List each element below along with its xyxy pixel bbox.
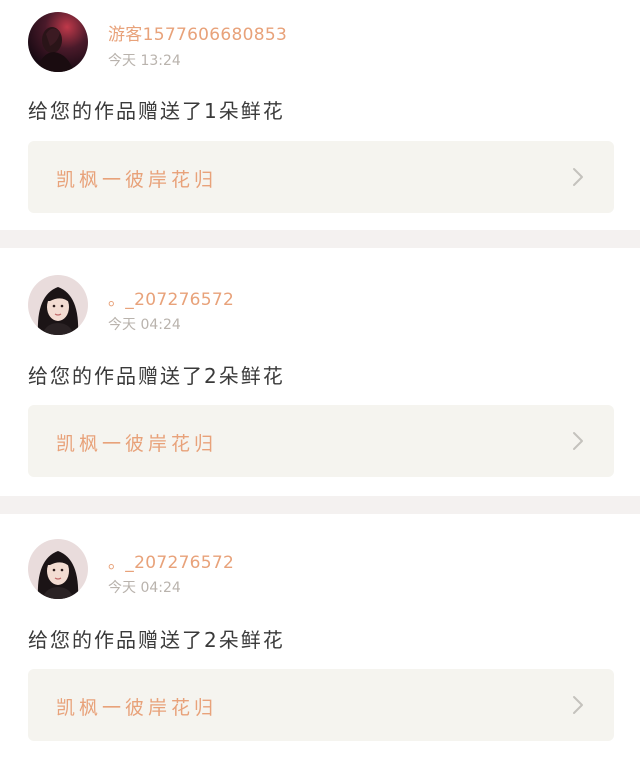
username[interactable]: 游客1577606680853 xyxy=(108,20,287,45)
girl-portrait-avatar xyxy=(28,275,88,335)
chevron-right-icon xyxy=(573,696,583,714)
notification-card: 游客1577606680853 今天 13:24 给您的作品赠送了1朵鲜花 凯枫… xyxy=(0,0,640,230)
work-title: 凯枫一彼岸花归 xyxy=(56,433,218,455)
girl-portrait-avatar xyxy=(28,539,88,599)
username[interactable]: 。_207276572 xyxy=(108,548,234,573)
work-title: 凯枫一彼岸花归 xyxy=(56,697,218,719)
notification-card: 。_207276572 今天 04:24 给您的作品赠送了2朵鲜花 凯枫一彼岸花… xyxy=(0,514,640,761)
notification-feed: 游客1577606680853 今天 13:24 给您的作品赠送了1朵鲜花 凯枫… xyxy=(0,0,640,761)
timestamp: 今天 04:24 xyxy=(108,317,181,333)
timestamp: 今天 04:24 xyxy=(108,580,181,596)
username[interactable]: 。_207276572 xyxy=(108,285,234,310)
dark-portrait-avatar xyxy=(28,12,88,72)
timestamp: 今天 13:24 xyxy=(108,53,181,69)
work-link-card[interactable]: 凯枫一彼岸花归 xyxy=(28,141,614,213)
gift-message: 给您的作品赠送了2朵鲜花 xyxy=(28,628,285,652)
section-divider xyxy=(0,496,640,514)
chevron-right-icon xyxy=(573,168,583,186)
user-avatar[interactable] xyxy=(28,275,88,335)
chevron-right-icon xyxy=(573,432,583,450)
gift-message: 给您的作品赠送了2朵鲜花 xyxy=(28,364,285,388)
gift-message: 给您的作品赠送了1朵鲜花 xyxy=(28,99,285,123)
work-link-card[interactable]: 凯枫一彼岸花归 xyxy=(28,405,614,477)
work-link-card[interactable]: 凯枫一彼岸花归 xyxy=(28,669,614,741)
work-title: 凯枫一彼岸花归 xyxy=(56,169,218,191)
notification-card: 。_207276572 今天 04:24 给您的作品赠送了2朵鲜花 凯枫一彼岸花… xyxy=(0,248,640,496)
user-avatar[interactable] xyxy=(28,539,88,599)
user-avatar[interactable] xyxy=(28,12,88,72)
section-divider xyxy=(0,230,640,248)
